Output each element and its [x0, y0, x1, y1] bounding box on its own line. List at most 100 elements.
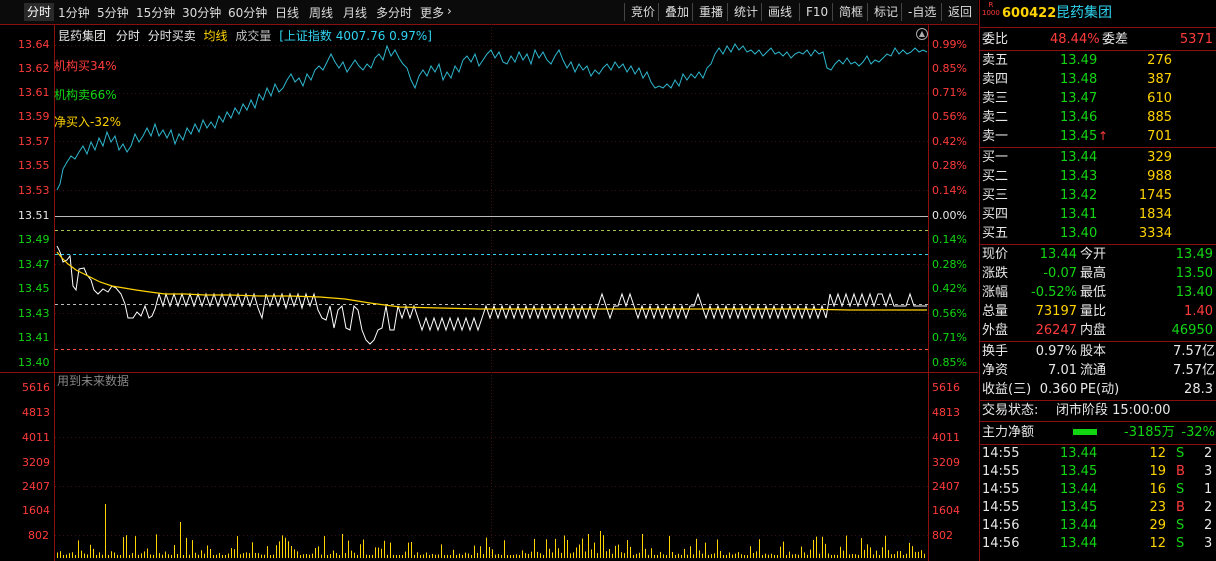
legend-index[interactable]: [上证指数 4007.76 0.97%]: [279, 29, 432, 43]
bid-price: 13.40: [1060, 226, 1098, 241]
stat-value: 13.44: [1039, 247, 1077, 262]
percent-tick: 0.56%: [932, 110, 967, 123]
percent-tick: 0.14%: [932, 184, 967, 197]
r-badge: R 1000: [982, 1, 1000, 17]
period-tab-30min[interactable]: 30分钟: [182, 4, 221, 21]
period-tab-more[interactable]: 更多: [420, 4, 444, 21]
stat-label: 外盘: [982, 323, 1009, 338]
tick-volume: 19: [1149, 464, 1166, 479]
main-force-amount: -3185万: [1124, 425, 1175, 440]
legend-mode[interactable]: 分时: [116, 29, 140, 43]
tick-price: 13.44: [1060, 518, 1098, 533]
commission-ratio-label: 委比: [982, 32, 1009, 47]
tick-time: 14:55: [982, 482, 1020, 497]
period-tab-1min[interactable]: 1分钟: [58, 4, 90, 21]
tick-side: S: [1176, 518, 1185, 533]
percent-tick: 0.56%: [932, 307, 967, 320]
tool-overlay-button[interactable]: 叠加: [658, 3, 695, 21]
period-tab-daily[interactable]: 日线: [275, 4, 299, 21]
ask-label: 卖五: [982, 53, 1009, 68]
stat-value: 13.50: [1175, 266, 1213, 281]
tick-row: 14:55 13.44 16 S 1: [980, 481, 1216, 499]
tool-auction-button[interactable]: 竞价: [624, 3, 661, 21]
tool-simple-frame-button[interactable]: 简框: [832, 3, 869, 21]
tick-time: 14:55: [982, 500, 1020, 515]
fund-label: 收益(三): [982, 382, 1032, 397]
period-tab-60min[interactable]: 60分钟: [228, 4, 267, 21]
ask-volume: 610: [1147, 91, 1172, 106]
ask-row[interactable]: 卖五 13.49 276: [980, 51, 1216, 70]
bid-label: 买四: [982, 207, 1009, 222]
tool-remove-watchlist-button[interactable]: -自选: [901, 3, 942, 21]
stat-label: 今开: [1080, 247, 1107, 262]
tick-row: 14:55 13.45 23 B 2: [980, 499, 1216, 517]
bid-row[interactable]: 买四 13.41 1834: [980, 205, 1216, 224]
main-force-label: 主力净额: [982, 425, 1035, 440]
tick-volume: 16: [1149, 482, 1166, 497]
volume-tick: 1604: [932, 504, 960, 517]
period-tab-weekly[interactable]: 周线: [309, 4, 333, 21]
period-tab-5min[interactable]: 5分钟: [97, 4, 129, 21]
bid-row[interactable]: 买一 13.44 329: [980, 148, 1216, 167]
price-tick: 13.40: [18, 356, 50, 369]
quote-row: 涨跌 -0.07 最高 13.50: [980, 264, 1216, 283]
stat-label: 内盘: [1080, 323, 1107, 338]
main-force-row[interactable]: 主力净额 -3185万 -32%: [980, 423, 1216, 442]
tick-side: B: [1176, 464, 1185, 479]
period-tab-monthly[interactable]: 月线: [343, 4, 367, 21]
percent-tick: 0.85%: [932, 356, 967, 369]
tool-back-button[interactable]: 返回: [941, 3, 978, 21]
ask-label: 卖四: [982, 72, 1009, 87]
period-tab-multi-intraday[interactable]: 多分时: [376, 4, 412, 21]
stat-label: 最高: [1080, 266, 1107, 281]
percent-tick: 0.28%: [932, 258, 967, 271]
quote-row: 外盘 26247 内盘 46950: [980, 321, 1216, 340]
fund-value: 7.57亿: [1173, 344, 1215, 359]
intraday-chart[interactable]: 昆药集团 分时 分时买卖 均线 成交量 [上证指数 4007.76 0.97%]…: [0, 24, 978, 561]
ask-row[interactable]: 卖二 13.46 885: [980, 108, 1216, 127]
price-tick: 13.55: [18, 159, 50, 172]
bid-volume: 988: [1147, 169, 1172, 184]
fund-value: 0.97%: [1035, 344, 1077, 359]
tool-mark-button[interactable]: 标记: [867, 3, 904, 21]
period-tab-intraday[interactable]: 分时: [24, 3, 55, 21]
ask-row[interactable]: 卖一 13.45 ↑ 701: [980, 127, 1216, 146]
bid-row[interactable]: 买二 13.43 988: [980, 167, 1216, 186]
percent-tick: 0.00%: [932, 209, 967, 222]
bid-row[interactable]: 买三 13.42 1745: [980, 186, 1216, 205]
ask-price: 13.45: [1060, 129, 1098, 144]
tool-draw-button[interactable]: 画线: [761, 3, 798, 21]
price-tick: 13.64: [18, 38, 50, 51]
stock-name: 昆药集团: [1056, 5, 1112, 21]
tool-replay-button[interactable]: 重播: [692, 3, 729, 21]
tick-price: 13.44: [1060, 536, 1098, 551]
commission-ratio-value: 48.44%: [1050, 32, 1100, 47]
bid-label: 买五: [982, 226, 1009, 241]
tick-count: 1: [1204, 482, 1213, 497]
stat-value: -0.52%: [1031, 285, 1077, 300]
ask-price: 13.47: [1060, 91, 1098, 106]
ask-row[interactable]: 卖四 13.48 387: [980, 70, 1216, 89]
bid-volume: 1834: [1138, 207, 1172, 222]
period-tab-15min[interactable]: 15分钟: [136, 4, 175, 21]
ask-row[interactable]: 卖三 13.47 610: [980, 89, 1216, 108]
volume-tick: 3209: [22, 456, 50, 469]
ask-label: 卖三: [982, 91, 1009, 106]
tool-f10-button[interactable]: F10: [799, 3, 834, 21]
tool-stats-button[interactable]: 统计: [727, 3, 764, 21]
bid-label: 买三: [982, 188, 1009, 203]
tick-side: B: [1176, 500, 1185, 515]
price-tick: 13.61: [18, 86, 50, 99]
percent-tick: 0.28%: [932, 159, 967, 172]
tick-time: 14:56: [982, 518, 1020, 533]
ask-price: 13.46: [1060, 110, 1098, 125]
volume-tick: 5616: [932, 381, 960, 394]
ask-volume: 387: [1147, 72, 1172, 87]
tick-price: 13.45: [1060, 464, 1098, 479]
bid-row[interactable]: 买五 13.40 3334: [980, 224, 1216, 243]
volume-tick: 4011: [932, 431, 960, 444]
main-force-bar: [1073, 429, 1097, 435]
collapse-up-icon[interactable]: ▲: [916, 28, 928, 40]
legend-stock-name: 昆药集团: [58, 29, 107, 43]
legend-mode-buysell[interactable]: 分时买卖: [148, 29, 196, 43]
